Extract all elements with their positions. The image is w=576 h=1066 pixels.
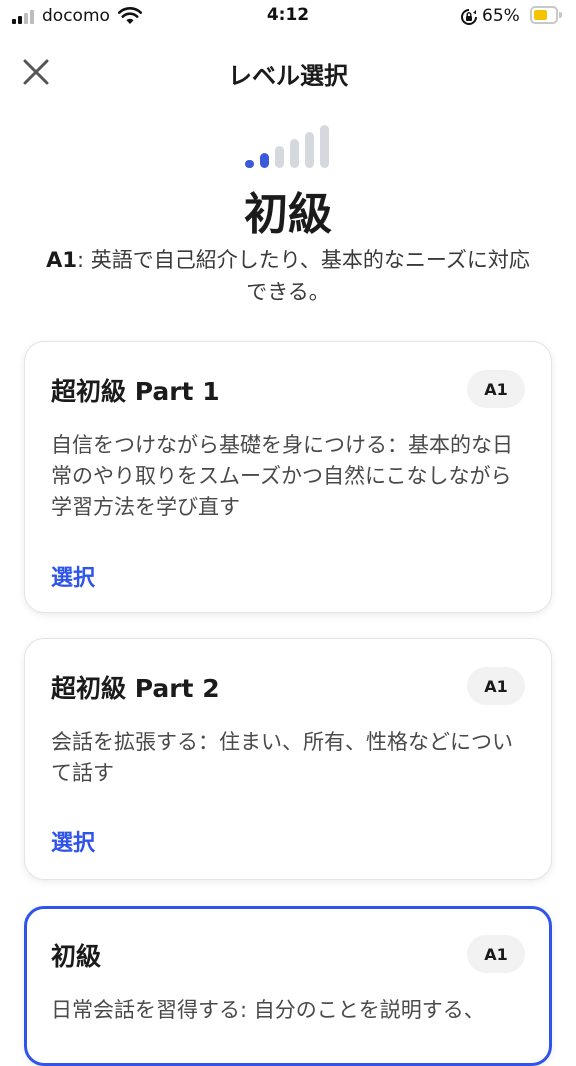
battery-icon [530, 6, 558, 24]
course-title: 初級 [51, 942, 102, 971]
level-meter-bar [290, 139, 299, 168]
course-card-beginner-part-2[interactable]: 超初級 Part 2 A1 会話を拡張する：住まい、所有、性格などについて話す … [24, 638, 552, 880]
level-code: A1 [46, 248, 77, 272]
level-meter-bar [305, 132, 314, 168]
level-meter-bar [245, 160, 254, 168]
rotation-lock-icon [461, 9, 477, 25]
course-description: 会話を拡張する：住まい、所有、性格などについて話す [51, 730, 513, 785]
header: レベル選択 [0, 40, 576, 104]
level-meter-icon [245, 124, 333, 168]
battery-percent: 65% [482, 6, 520, 26]
course-title: 超初級 Part 1 [51, 377, 220, 406]
course-title: 超初級 Part 2 [51, 674, 220, 703]
course-card-beginner[interactable]: 初級 A1 日常会話を習得する: 自分のことを説明する、 [24, 906, 552, 1066]
page-title: レベル選択 [228, 62, 348, 90]
level-badge: A1 [467, 935, 525, 973]
level-badge: A1 [467, 370, 525, 408]
level-meter-bar [275, 146, 284, 168]
course-description: 自信をつけながら基礎を身につける：基本的な日常のやり取りをスムーズかつ自然にこな… [51, 433, 513, 519]
level-badge: A1 [467, 667, 525, 705]
level-meter-bar [260, 153, 269, 168]
level-description-text: : 英語で自己紹介したり、基本的なニーズに対応できる。 [77, 248, 530, 304]
battery-cap [559, 12, 562, 18]
level-title: 初級 [244, 189, 332, 240]
status-bar: docomo 4:12 65% [0, 0, 576, 32]
select-button[interactable]: 選択 [51, 560, 95, 592]
battery-fill [534, 10, 547, 20]
course-description: 日常会話を習得する: 自分のことを説明する、 [51, 998, 485, 1022]
level-description: A1: 英語で自己紹介したり、基本的なニーズに対応できる。 [40, 244, 536, 308]
course-card-beginner-part-1[interactable]: 超初級 Part 1 A1 自信をつけながら基礎を身につける：基本的な日常のやり… [24, 341, 552, 613]
select-button[interactable]: 選択 [51, 825, 95, 857]
level-meter-bar [320, 125, 329, 168]
